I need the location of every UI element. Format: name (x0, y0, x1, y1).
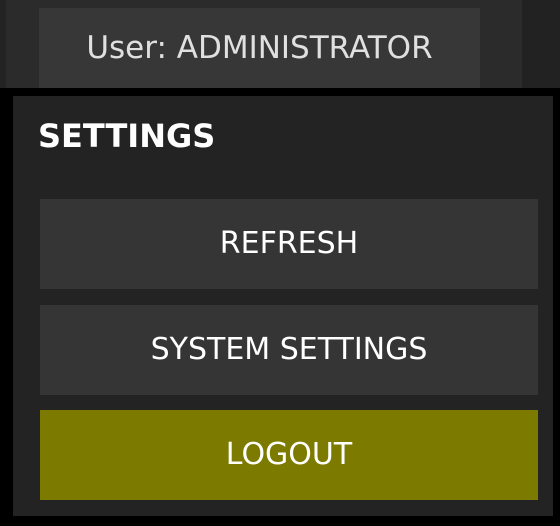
settings-title: SETTINGS (38, 117, 216, 155)
logout-button[interactable]: LOGOUT (40, 410, 538, 500)
settings-panel: SETTINGS REFRESH SYSTEM SETTINGS LOGOUT (0, 92, 560, 526)
top-bar-left-edge (0, 0, 6, 88)
user-tab[interactable]: User: ADMINISTRATOR (39, 8, 480, 88)
top-bar-right-edge (522, 0, 560, 88)
refresh-button[interactable]: REFRESH (40, 199, 538, 289)
system-settings-button[interactable]: SYSTEM SETTINGS (40, 305, 538, 395)
top-bar: User: ADMINISTRATOR (0, 0, 560, 88)
settings-menu: SETTINGS REFRESH SYSTEM SETTINGS LOGOUT (13, 96, 553, 516)
